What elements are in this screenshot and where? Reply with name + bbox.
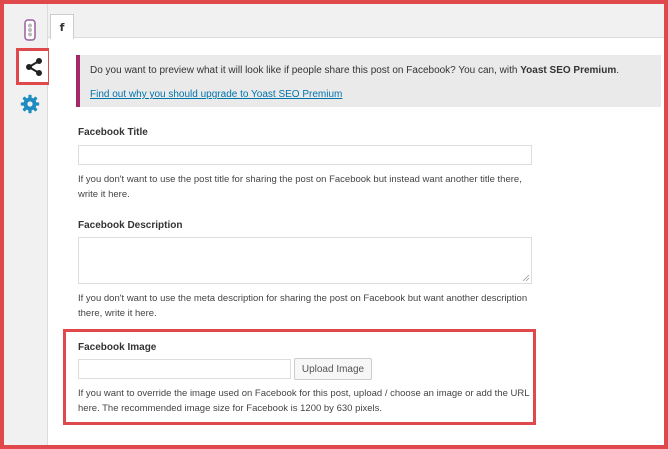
settings-gear-icon[interactable] bbox=[16, 90, 44, 118]
facebook-description-label: Facebook Description bbox=[78, 220, 183, 231]
upload-image-button[interactable]: Upload Image bbox=[294, 358, 372, 380]
notice-text: Do you want to preview what it will look… bbox=[90, 65, 619, 76]
facebook-title-input[interactable] bbox=[78, 145, 532, 165]
facebook-description-help: If you don't want to use the meta descri… bbox=[78, 293, 528, 319]
facebook-description-textarea[interactable] bbox=[78, 237, 532, 284]
facebook-tab-label: f bbox=[59, 20, 65, 34]
resize-grip-icon[interactable] bbox=[522, 274, 530, 282]
metabox-side-rail bbox=[4, 4, 51, 445]
facebook-title-label: Facebook Title bbox=[78, 127, 148, 138]
facebook-title-help: If you don't want to use the post title … bbox=[78, 174, 522, 200]
facebook-image-url-input[interactable] bbox=[78, 359, 291, 379]
facebook-image-label: Facebook Image bbox=[78, 342, 157, 353]
tab-facebook[interactable]: f bbox=[50, 14, 74, 39]
facebook-image-help: If you want to override the image used o… bbox=[78, 388, 530, 414]
facebook-settings-panel: Do you want to preview what it will look… bbox=[49, 38, 664, 445]
notice-text-main: Do you want to preview what it will look… bbox=[90, 65, 521, 76]
notice-premium-name: Yoast SEO Premium bbox=[520, 65, 617, 76]
social-tab-strip bbox=[48, 4, 664, 38]
premium-upsell-notice: Do you want to preview what it will look… bbox=[76, 55, 661, 107]
upgrade-link[interactable]: Find out why you should upgrade to Yoast… bbox=[90, 89, 342, 100]
social-share-icon[interactable] bbox=[16, 48, 51, 85]
readability-traffic-light-icon[interactable] bbox=[16, 18, 44, 42]
notice-text-end: . bbox=[616, 65, 619, 76]
